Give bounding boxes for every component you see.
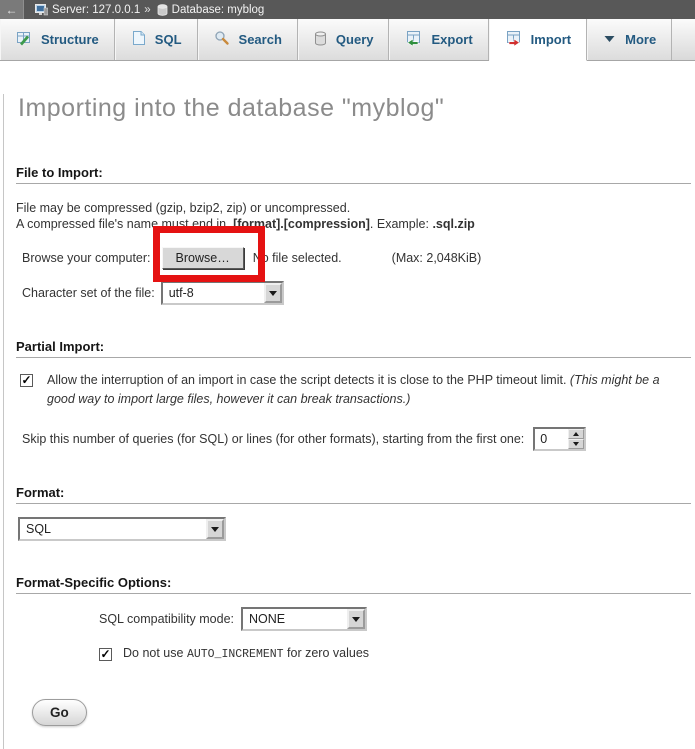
charset-row: Character set of the file: utf-8	[22, 281, 691, 305]
max-upload-size: (Max: 2,048KiB)	[392, 251, 482, 265]
format-dropdown-button[interactable]	[206, 519, 224, 539]
auto-increment-checkbox[interactable]	[99, 648, 112, 661]
database-icon	[157, 4, 168, 16]
import-icon	[505, 30, 522, 49]
skip-queries-row: Skip this number of queries (for SQL) or…	[22, 427, 691, 451]
export-icon	[405, 30, 422, 49]
structure-icon	[16, 30, 32, 49]
compression-info-line2: A compressed file's name must end in .[f…	[16, 216, 691, 232]
go-button[interactable]: Go	[32, 699, 87, 726]
tab-import[interactable]: Import	[489, 19, 587, 61]
charset-selected-value: utf-8	[163, 283, 264, 303]
query-icon	[314, 31, 327, 49]
file-import-section: File may be compressed (gzip, bzip2, zip…	[16, 200, 691, 305]
back-button[interactable]: ←	[0, 0, 24, 19]
sql-compatibility-value: NONE	[243, 609, 347, 629]
page-title: Importing into the database "myblog"	[18, 94, 691, 123]
dropdown-arrow-icon	[352, 617, 360, 622]
skip-queries-value[interactable]: 0	[535, 429, 568, 449]
tab-query[interactable]: Query	[298, 19, 390, 60]
stepper-down-button[interactable]	[568, 439, 584, 449]
tab-search[interactable]: Search	[198, 19, 298, 60]
sql-compatibility-select[interactable]: NONE	[241, 607, 367, 631]
tab-filler	[672, 19, 695, 60]
allow-interruption-text: Allow the interruption of an import in c…	[47, 371, 688, 409]
tab-more[interactable]: More	[587, 19, 672, 60]
skip-queries-label: Skip this number of queries (for SQL) or…	[22, 432, 524, 446]
allow-interruption-row: Allow the interruption of an import in c…	[20, 371, 688, 409]
charset-label: Character set of the file:	[22, 286, 155, 300]
auto-increment-row: Do not use AUTO_INCREMENT for zero value…	[99, 645, 691, 663]
sql-compatibility-row: SQL compatibility mode: NONE	[99, 607, 691, 631]
partial-import-heading: Partial Import:	[16, 339, 691, 358]
sql-compatibility-label: SQL compatibility mode:	[99, 612, 234, 626]
breadcrumb-bar: ← Server: 127.0.0.1 » Database: myblog	[0, 0, 695, 19]
browse-button[interactable]: Browse…	[162, 247, 244, 269]
sql-icon	[131, 30, 146, 49]
auto-increment-code: AUTO_INCREMENT	[187, 648, 284, 661]
dropdown-arrow-icon	[269, 291, 277, 296]
file-to-import-heading: File to Import:	[16, 165, 691, 184]
tab-export[interactable]: Export	[389, 19, 488, 60]
breadcrumb-server[interactable]: Server: 127.0.0.1	[52, 4, 140, 16]
format-selected-value: SQL	[20, 519, 206, 539]
server-icon	[35, 4, 48, 16]
tab-bar: Structure SQL Search Query Export Import	[0, 19, 695, 61]
no-file-selected-text: No file selected.	[253, 251, 342, 265]
allow-interruption-checkbox[interactable]	[20, 374, 33, 387]
up-arrow-icon	[573, 432, 579, 436]
charset-select[interactable]: utf-8	[161, 281, 284, 305]
stepper-buttons	[568, 429, 584, 449]
format-specific-options-body: SQL compatibility mode: NONE Do not use …	[99, 607, 691, 663]
main-content: Importing into the database "myblog" Fil…	[3, 94, 695, 749]
browse-row: Browse your computer: Browse… No file se…	[22, 247, 691, 269]
format-select[interactable]: SQL	[18, 517, 226, 541]
breadcrumb-separator: »	[144, 4, 150, 16]
chevron-down-icon	[603, 32, 616, 47]
auto-increment-text: Do not use AUTO_INCREMENT for zero value…	[123, 645, 369, 663]
compat-dropdown-button[interactable]	[347, 609, 365, 629]
skip-queries-stepper[interactable]: 0	[533, 427, 586, 451]
dropdown-arrow-icon	[211, 527, 219, 532]
format-specific-options-heading: Format-Specific Options:	[16, 575, 691, 594]
breadcrumb-database[interactable]: Database: myblog	[172, 4, 265, 16]
compression-info-line1: File may be compressed (gzip, bzip2, zip…	[16, 200, 691, 216]
charset-dropdown-button[interactable]	[264, 283, 282, 303]
tab-sql[interactable]: SQL	[115, 19, 198, 60]
stepper-up-button[interactable]	[568, 429, 584, 439]
down-arrow-icon	[573, 442, 579, 446]
tab-structure[interactable]: Structure	[0, 19, 115, 60]
search-icon	[214, 30, 230, 49]
format-heading: Format:	[16, 485, 691, 504]
browse-label: Browse your computer:	[22, 251, 151, 265]
